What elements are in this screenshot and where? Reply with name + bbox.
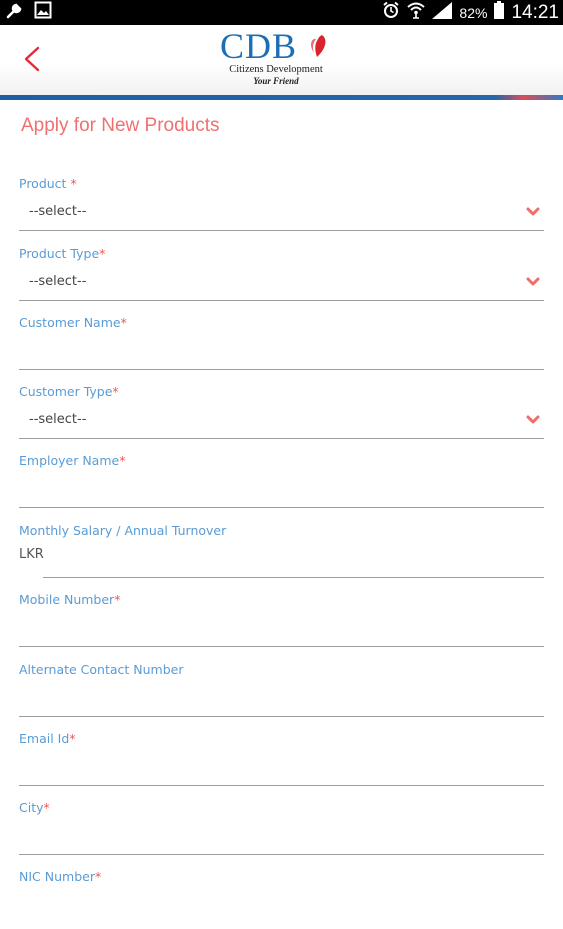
logo-text: CDB: [220, 26, 298, 66]
page-title: Apply for New Products: [21, 115, 220, 136]
status-bar: 82% 14:21: [0, 0, 563, 25]
customer-name-label: Customer Name*: [19, 315, 127, 330]
battery-icon: [494, 1, 505, 24]
customer-type-select[interactable]: --select--: [19, 402, 544, 439]
currency-prefix: LKR: [19, 547, 44, 562]
alternate-contact-label: Alternate Contact Number: [19, 662, 184, 677]
product-type-label: Product Type*: [19, 246, 106, 261]
product-select-value: --select--: [29, 204, 87, 219]
email-input[interactable]: [19, 749, 544, 786]
mobile-number-field: Mobile Number*: [19, 592, 544, 652]
chevron-left-icon: [24, 46, 40, 72]
alarm-icon: [382, 1, 400, 24]
customer-type-label: Customer Type*: [19, 384, 119, 399]
logo-subtitle: Citizens Development: [229, 64, 323, 75]
status-bar-right: 82% 14:21: [382, 0, 559, 25]
alternate-contact-field: Alternate Contact Number: [19, 662, 544, 722]
email-label: Email Id*: [19, 731, 76, 746]
employer-name-field: Employer Name*: [19, 453, 544, 513]
product-type-select-value: --select--: [29, 274, 87, 289]
clock: 14:21: [511, 1, 559, 23]
employer-name-label: Employer Name*: [19, 453, 126, 468]
customer-type-field: Customer Type* --select--: [19, 384, 544, 444]
monthly-salary-field: Monthly Salary / Annual Turnover LKR: [19, 523, 544, 583]
customer-type-select-value: --select--: [29, 412, 87, 427]
chevron-down-icon: [526, 415, 540, 424]
logo-tagline: Your Friend: [253, 76, 299, 86]
image-icon: [34, 1, 52, 24]
back-button[interactable]: [12, 39, 52, 79]
wrench-icon: [6, 1, 24, 24]
product-type-field: Product Type* --select--: [19, 246, 544, 306]
mobile-number-label: Mobile Number*: [19, 592, 121, 607]
heart-icon: [311, 35, 326, 57]
chevron-down-icon: [526, 207, 540, 216]
nic-number-label: NIC Number*: [19, 869, 102, 884]
status-bar-left: [6, 1, 52, 24]
app-header: CDB Citizens Development Your Friend: [0, 25, 563, 95]
battery-percentage: 82%: [459, 4, 488, 21]
product-label: Product *: [19, 176, 77, 191]
signal-icon: [432, 1, 453, 24]
cdb-logo: CDB Citizens Development Your Friend: [218, 26, 330, 91]
monthly-salary-input[interactable]: [43, 541, 544, 578]
monthly-salary-label: Monthly Salary / Annual Turnover: [19, 523, 227, 538]
chevron-down-icon: [526, 277, 540, 286]
wifi-icon: [407, 1, 426, 24]
nic-number-field: NIC Number*: [19, 869, 544, 929]
customer-name-input[interactable]: [19, 333, 544, 370]
city-label: City*: [19, 800, 50, 815]
alternate-contact-input[interactable]: [19, 680, 544, 717]
product-type-select[interactable]: --select--: [19, 264, 544, 301]
header-divider: [0, 95, 563, 100]
customer-name-field: Customer Name*: [19, 315, 544, 375]
employer-name-input[interactable]: [19, 471, 544, 508]
city-field: City*: [19, 800, 544, 860]
product-field: Product * --select--: [19, 176, 544, 236]
city-input[interactable]: [19, 818, 544, 855]
email-field: Email Id*: [19, 731, 544, 791]
product-select[interactable]: --select--: [19, 194, 544, 231]
mobile-number-input[interactable]: [19, 610, 544, 647]
